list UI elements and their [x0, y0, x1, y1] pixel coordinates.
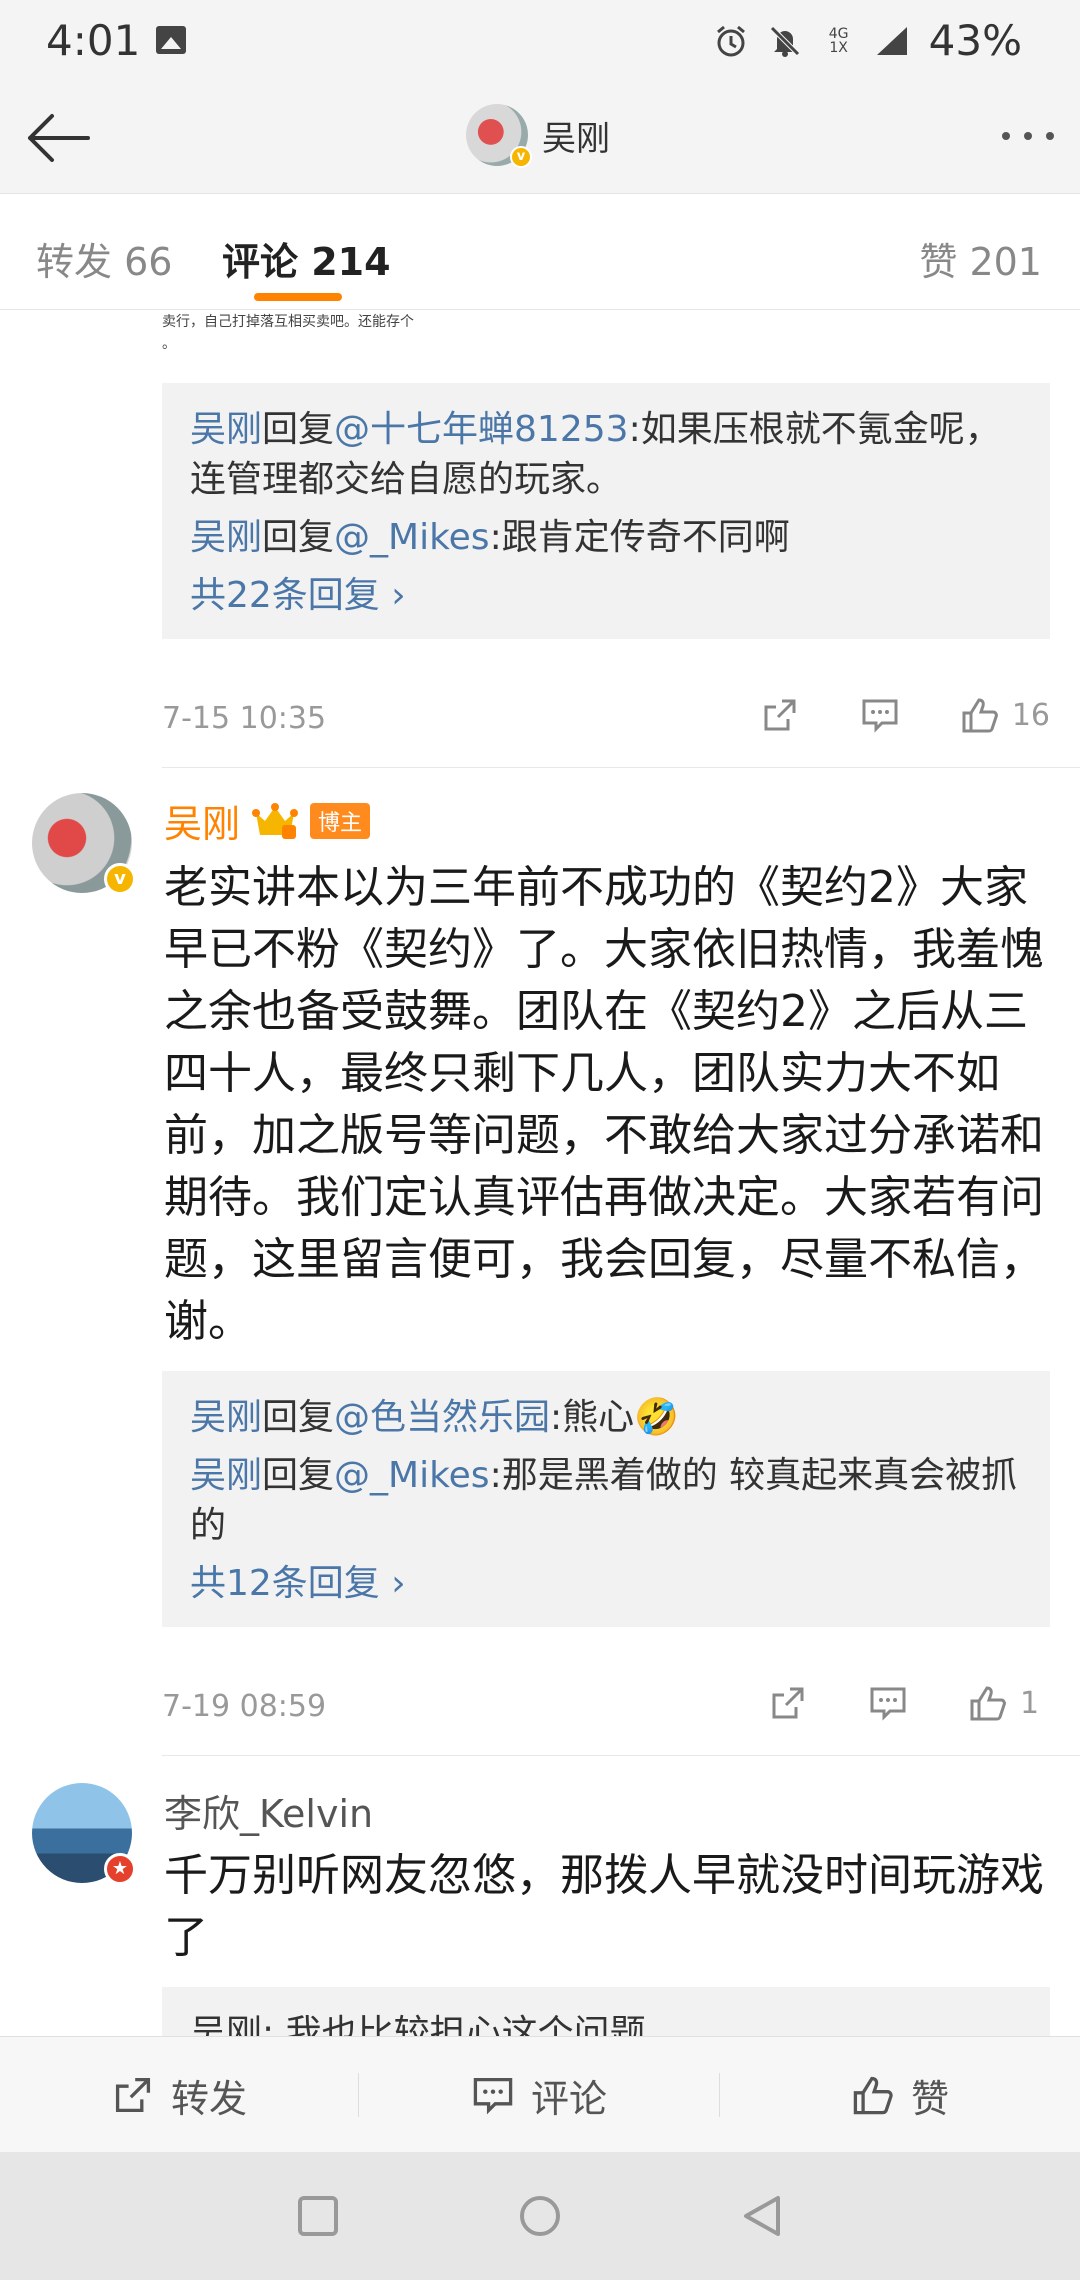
tab-comments[interactable]: 评论 214: [222, 231, 391, 286]
active-tab-indicator: [254, 293, 342, 301]
comment-author-row: 李欣_Kelvin: [164, 1783, 373, 1838]
more-options-icon[interactable]: [1002, 132, 1054, 140]
comment-author-name[interactable]: 吴刚: [164, 793, 240, 848]
comment-timestamp: 7-15 10:35: [162, 701, 327, 736]
tab-likes[interactable]: 赞 201: [919, 231, 1042, 286]
reply-text: :熊心🤣: [550, 1397, 680, 1438]
reply-preview-box[interactable]: 吴刚回复@色当然乐园:熊心🤣 吴刚回复@_Mikes:那是黑着做的 较真起来真会…: [162, 1371, 1050, 1627]
reply-user-link[interactable]: 吴刚: [190, 517, 262, 558]
reply-verb: 回复: [262, 1397, 335, 1438]
share-icon[interactable]: [768, 1683, 808, 1723]
reply-item[interactable]: 吴刚回复@十七年蝉81253:如果压根就不氪金呢，连管理都交给自愿的玩家。: [190, 405, 1022, 505]
verified-badge-icon: v: [510, 146, 532, 168]
status-bar: 4:01 4G 1X 43%: [0, 0, 1080, 84]
comment-text: 老实讲本以为三年前不成功的《契约2》大家早已不粉《契约》了。大家依旧热情，我羞愧…: [164, 862, 1044, 1347]
bottom-action-bar: 转发 评论 赞: [0, 2036, 1080, 2152]
comment-divider: [162, 767, 1080, 768]
comment-actions: 1: [708, 1683, 1050, 1723]
reply-user-link[interactable]: 吴刚: [190, 409, 262, 450]
reply-verb: 回复: [262, 1455, 335, 1496]
comment-timestamp: 7-19 08:59: [162, 1689, 327, 1724]
comment-image-clipped[interactable]: 卖行，自己打掉落互相买卖吧。还能存个 。: [162, 311, 492, 357]
reply-verb: 回复: [262, 409, 335, 450]
alarm-icon: [716, 25, 745, 56]
home-icon[interactable]: [516, 2192, 564, 2240]
crown-vip-icon: [252, 802, 299, 839]
reply-mention-link[interactable]: @_Mikes: [334, 517, 490, 558]
like-button[interactable]: 赞: [720, 2037, 1080, 2153]
comment-list[interactable]: 卖行，自己打掉落互相买卖吧。还能存个 。 吴刚回复@十七年蝉81253:如果压根…: [0, 311, 1080, 2036]
reply-user-link[interactable]: 吴刚: [190, 1397, 262, 1438]
comment-actions: 16: [700, 695, 1050, 735]
reply-user-link[interactable]: 吴刚: [190, 1455, 262, 1496]
recent-apps-icon[interactable]: [294, 2192, 342, 2240]
reply-text: :跟肯定传奇不同啊: [489, 517, 790, 558]
network-4g-label: 4G: [828, 25, 849, 42]
like-label: 赞: [910, 2076, 949, 2121]
reply-item[interactable]: 吴刚回复@_Mikes:跟肯定传奇不同啊: [190, 513, 1022, 563]
status-right-group: 4G 1X 43%: [713, 16, 1022, 65]
like-icon[interactable]: [960, 695, 1000, 735]
system-navigation-bar: [0, 2152, 1080, 2280]
header-title[interactable]: 吴刚: [542, 111, 610, 160]
comment-meta-row: 7-15 10:35 16: [162, 691, 1050, 751]
repost-label: 转发: [170, 2076, 247, 2121]
reply-item[interactable]: 吴刚: 我也比较担心这个问题: [190, 2009, 1022, 2036]
mute-bell-icon: [769, 25, 800, 57]
network-1x-label: 1X: [829, 39, 848, 56]
reply-verb: 回复: [262, 517, 335, 558]
reply-item[interactable]: 吴刚回复@色当然乐园:熊心🤣: [190, 1393, 1022, 1443]
gallery-notification-icon: [156, 26, 186, 54]
comment-icon[interactable]: [860, 695, 900, 735]
reply-preview-box[interactable]: 吴刚回复@十七年蝉81253:如果压根就不氪金呢，连管理都交给自愿的玩家。 吴刚…: [162, 383, 1050, 639]
view-more-replies-link[interactable]: 共12条回复 ›: [190, 1559, 1022, 1609]
clipped-image-line: 。: [162, 336, 176, 352]
tab-repost[interactable]: 转发 66: [36, 231, 172, 286]
repost-button[interactable]: 转发: [0, 2037, 358, 2153]
blogger-tag-badge: 博主: [310, 802, 371, 839]
back-arrow-icon[interactable]: [22, 108, 92, 168]
star-badge-icon: ★: [104, 1853, 136, 1885]
like-count: 1: [1020, 1685, 1040, 1721]
comment-author-name[interactable]: 李欣_Kelvin: [164, 1783, 373, 1838]
comment-author-row: 吴刚 博主: [164, 793, 371, 848]
commenter-avatar[interactable]: v: [32, 793, 136, 895]
top-nav-bar: v 吴刚: [0, 84, 1080, 194]
header-user[interactable]: v 吴刚: [466, 104, 610, 168]
reply-item[interactable]: 吴刚回复@_Mikes:那是黑着做的 较真起来真会被抓的: [190, 1451, 1022, 1551]
reply-preview-box[interactable]: 吴刚: 我也比较担心这个问题: [162, 1987, 1050, 2036]
clipped-image-line: 卖行，自己打掉落互相买卖吧。还能存个: [162, 314, 414, 330]
header-avatar[interactable]: v: [466, 104, 532, 168]
battery-percent: 43%: [928, 16, 1022, 65]
comment-label: 评论: [530, 2076, 607, 2121]
share-icon: [115, 2077, 151, 2113]
back-triangle-icon[interactable]: [738, 2192, 786, 2240]
reply-mention-link[interactable]: @色当然乐园: [334, 1397, 550, 1438]
like-count: 16: [1011, 697, 1050, 733]
reply-mention-link[interactable]: @_Mikes: [334, 1455, 490, 1496]
comment-text: 千万别听网友忽悠，那拨人早就没时间玩游戏了: [164, 1850, 1044, 1963]
commenter-avatar[interactable]: ★: [32, 1783, 136, 1885]
comment-icon[interactable]: [868, 1683, 908, 1723]
share-icon[interactable]: [760, 695, 800, 735]
network-type: 4G 1X: [821, 27, 857, 55]
comment-button[interactable]: 评论: [359, 2037, 719, 2153]
like-icon[interactable]: [968, 1683, 1008, 1723]
verified-badge-icon: v: [104, 863, 136, 895]
tab-bar: 转发 66 评论 214 赞 201: [0, 195, 1080, 310]
signal-icon: [876, 26, 907, 55]
comment-divider: [162, 1755, 1080, 1756]
status-time: 4:01: [46, 16, 141, 65]
comment-meta-row: 7-19 08:59 1: [162, 1679, 1050, 1739]
reply-mention-link[interactable]: @十七年蝉81253: [334, 409, 629, 450]
like-icon: [853, 2076, 893, 2115]
view-more-replies-link[interactable]: 共22条回复 ›: [190, 571, 1022, 621]
comment-icon: [473, 2077, 513, 2115]
